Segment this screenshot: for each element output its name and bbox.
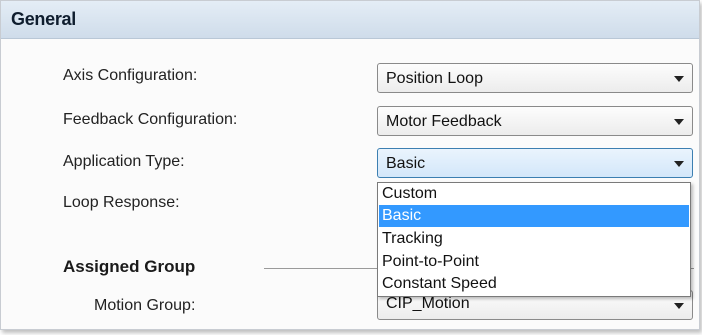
dropdown-option-tracking[interactable]: Tracking [379, 228, 689, 250]
chevron-down-icon [674, 161, 684, 167]
dropdown-option-constant-speed[interactable]: Constant Speed [379, 273, 689, 295]
general-panel: General Axis Configuration: Position Loo… [0, 0, 700, 330]
chevron-down-icon [674, 76, 684, 82]
feedback-configuration-value: Motor Feedback [386, 113, 502, 130]
axis-configuration-select[interactable]: Position Loop [377, 63, 693, 93]
motion-group-value: CIP_Motion [386, 295, 470, 312]
loop-response-label: Loop Response: [63, 194, 180, 211]
dropdown-option-basic[interactable]: Basic [379, 205, 689, 227]
dropdown-option-custom[interactable]: Custom [379, 183, 689, 205]
application-type-dropdown-list: Custom Basic Tracking Point-to-Point Con… [377, 182, 691, 297]
assigned-group-heading: Assigned Group [63, 257, 196, 276]
feedback-configuration-label: Feedback Configuration: [63, 111, 238, 128]
application-type-value: Basic [386, 155, 426, 172]
section-header: General [1, 1, 699, 39]
application-type-select[interactable]: Basic [377, 148, 693, 178]
chevron-down-icon [674, 303, 684, 309]
dropdown-option-point-to-point[interactable]: Point-to-Point [379, 251, 689, 273]
feedback-configuration-select[interactable]: Motor Feedback [377, 106, 693, 136]
axis-configuration-value: Position Loop [386, 70, 483, 87]
motion-group-label: Motion Group: [94, 297, 196, 314]
section-title: General [11, 9, 76, 29]
chevron-down-icon [674, 119, 684, 125]
axis-configuration-label: Axis Configuration: [63, 67, 198, 84]
application-type-label: Application Type: [63, 153, 185, 170]
